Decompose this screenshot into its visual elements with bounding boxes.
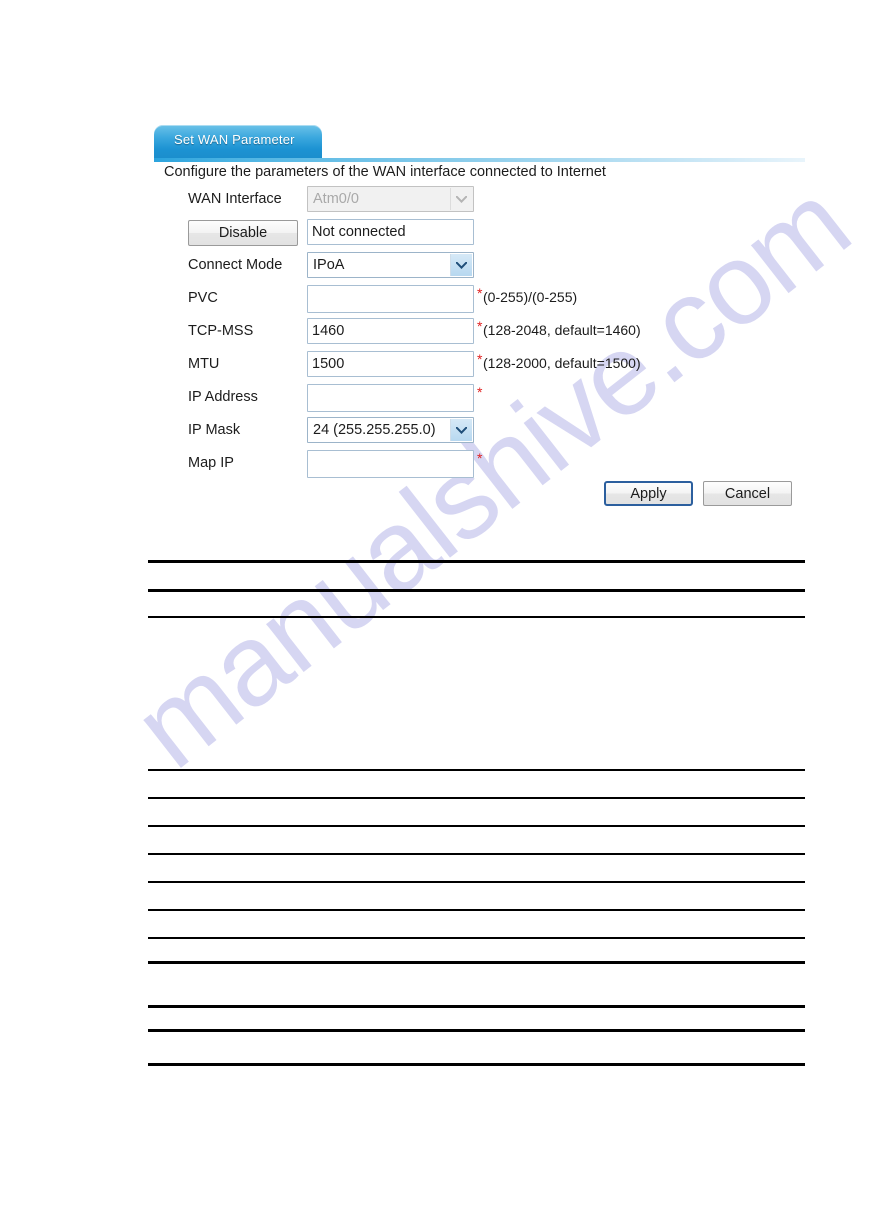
table-rule	[148, 825, 805, 827]
table-rule	[148, 589, 805, 592]
table-rule	[148, 1063, 805, 1066]
table-rule	[148, 909, 805, 911]
table-rule	[148, 1005, 805, 1008]
table-rules	[0, 0, 893, 1212]
table-rule	[148, 937, 805, 939]
table-rule	[148, 881, 805, 883]
table-rule	[148, 769, 805, 771]
table-rule	[148, 853, 805, 855]
table-rule	[148, 961, 805, 964]
table-rule	[148, 797, 805, 799]
table-rule	[148, 1029, 805, 1032]
table-rule	[148, 616, 805, 618]
table-rule	[148, 560, 805, 563]
page-content: Set WAN Parameter Configure the paramete…	[0, 0, 893, 1212]
